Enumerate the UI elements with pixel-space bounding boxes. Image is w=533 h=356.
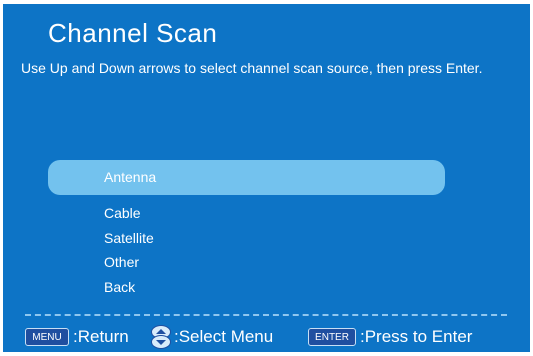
menu-item-label: Cable (104, 205, 141, 221)
page-title: Channel Scan (48, 18, 218, 48)
menu-item-label: Antenna (104, 169, 157, 185)
up-down-arrows-icon (151, 325, 171, 349)
channel-scan-screen: Channel Scan Use Up and Down arrows to s… (3, 4, 530, 352)
menu-item-label: Other (104, 254, 140, 270)
menu-key-icon[interactable]: MENU (25, 328, 69, 346)
menu-item-label: Satellite (104, 230, 154, 246)
footer-divider (25, 314, 507, 316)
menu-item-back[interactable]: Back (48, 270, 445, 305)
footer-hints: MENU :Return :Select Menu ENTER :Press t… (3, 322, 530, 352)
menu-item-label: Back (104, 279, 136, 295)
menu-item-antenna[interactable]: Antenna (48, 160, 445, 195)
enter-key-hint: :Press to Enter (360, 327, 473, 346)
menu-key-hint: :Return (73, 327, 129, 346)
select-hint: :Select Menu (174, 327, 274, 346)
enter-key-icon[interactable]: ENTER (308, 328, 356, 346)
instructions-text: Use Up and Down arrows to select channel… (21, 60, 483, 76)
